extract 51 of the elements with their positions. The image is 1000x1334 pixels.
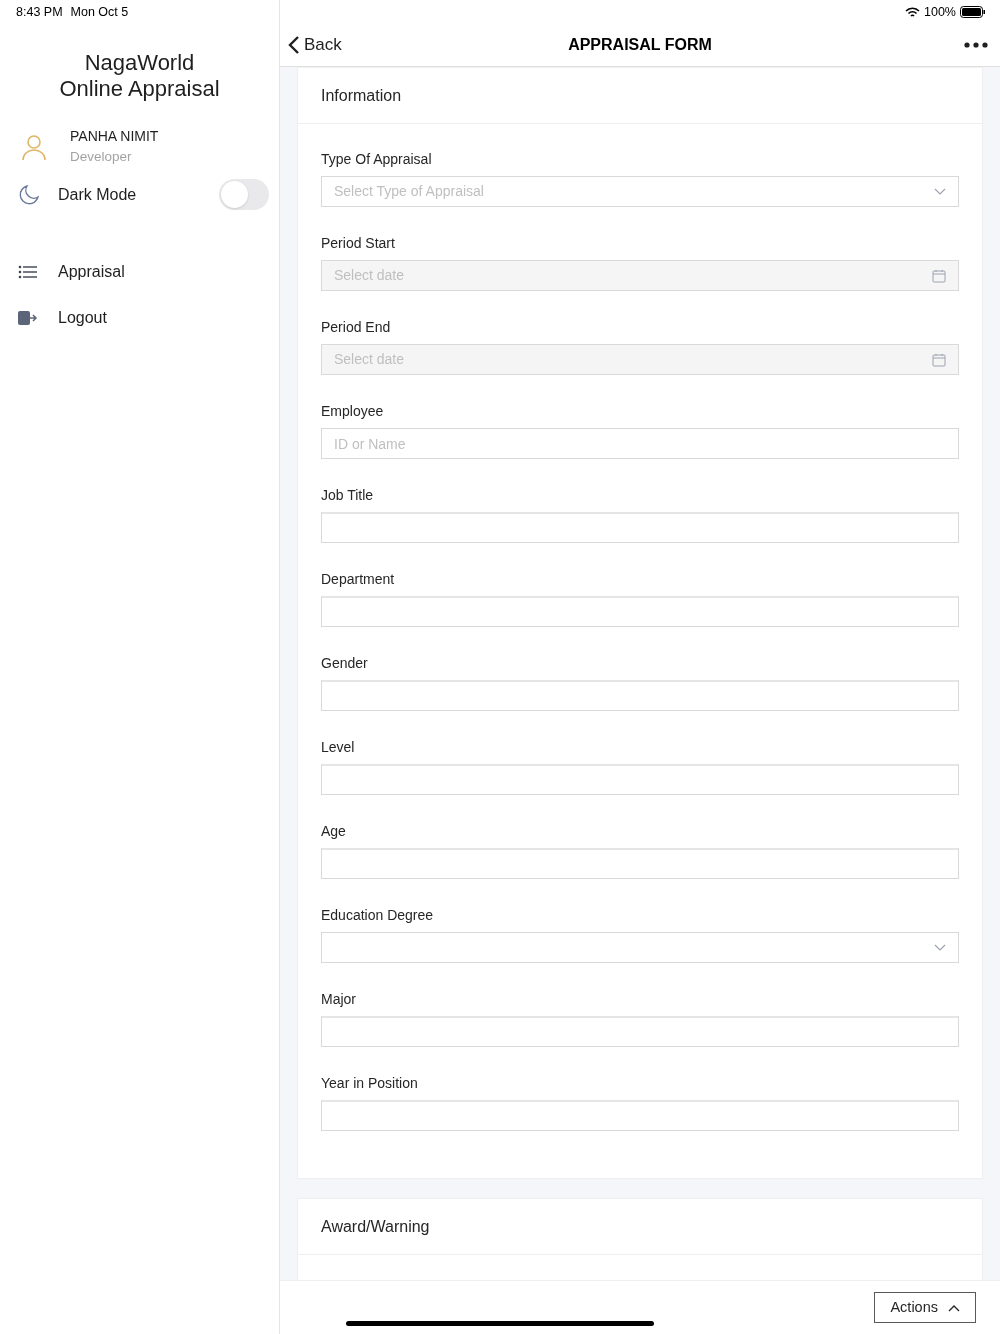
- field-label: Major: [321, 990, 357, 1008]
- app-title: Online Appraisal: [59, 76, 220, 102]
- battery-icon: [960, 6, 986, 18]
- menu-item[interactable]: Logout: [0, 308, 279, 329]
- page-title: APPRAISAL FORM: [568, 35, 712, 55]
- select-field[interactable]: [321, 932, 959, 963]
- input-field[interactable]: [321, 1016, 959, 1047]
- wifi-icon: [905, 6, 920, 18]
- field-label: Gender: [321, 654, 369, 672]
- section-title: Award/Warning: [321, 1216, 430, 1237]
- field-label: Age: [321, 822, 347, 840]
- field-label: Period End: [321, 318, 392, 336]
- field-label: Education Degree: [321, 906, 435, 924]
- calendar-icon: [932, 268, 946, 283]
- field-label: Year in Position: [321, 1074, 419, 1092]
- field-label: Level: [321, 738, 356, 756]
- input-field[interactable]: ID or Name: [321, 428, 959, 459]
- input-field[interactable]: [321, 680, 959, 711]
- chevron-up-icon: [948, 1303, 960, 1312]
- calendar-icon: [932, 352, 946, 367]
- input-field[interactable]: [321, 1100, 959, 1131]
- dark-mode-switch[interactable]: [219, 179, 269, 211]
- moon-icon: [18, 183, 40, 206]
- menu-item[interactable]: Appraisal: [0, 262, 279, 283]
- field-label: Job Title: [321, 486, 375, 504]
- chevron-down-icon: [934, 943, 946, 952]
- dark-mode-label: Dark Mode: [58, 184, 137, 205]
- chevron-left-icon: [288, 35, 300, 55]
- logout-icon: [18, 310, 38, 327]
- placeholder-text: Select Type of Appraisal: [334, 182, 484, 201]
- input-field[interactable]: [321, 848, 959, 879]
- actions-button[interactable]: Actions: [874, 1292, 976, 1323]
- input-field[interactable]: [321, 512, 959, 543]
- more-icon[interactable]: [964, 42, 988, 48]
- app-title: NagaWorld: [84, 50, 195, 76]
- list-icon: [18, 264, 38, 281]
- input-field[interactable]: [321, 596, 959, 627]
- battery-percent: 100%: [924, 3, 956, 21]
- field-label: Department: [321, 570, 396, 588]
- user-icon: [20, 132, 48, 161]
- field-label: Type Of Appraisal: [321, 150, 433, 168]
- status-time: 8:43 PM: [16, 3, 63, 21]
- user-name: PANHA NIMIT: [70, 127, 159, 146]
- user-role: Developer: [70, 148, 133, 166]
- input-field[interactable]: [321, 764, 959, 795]
- field-label: Period Start: [321, 234, 396, 252]
- chevron-down-icon: [934, 187, 946, 196]
- back-button[interactable]: Back: [288, 32, 342, 58]
- status-date: Mon Oct 5: [70, 3, 129, 21]
- section-title: Information: [321, 85, 402, 106]
- field-label: Employee: [321, 402, 385, 420]
